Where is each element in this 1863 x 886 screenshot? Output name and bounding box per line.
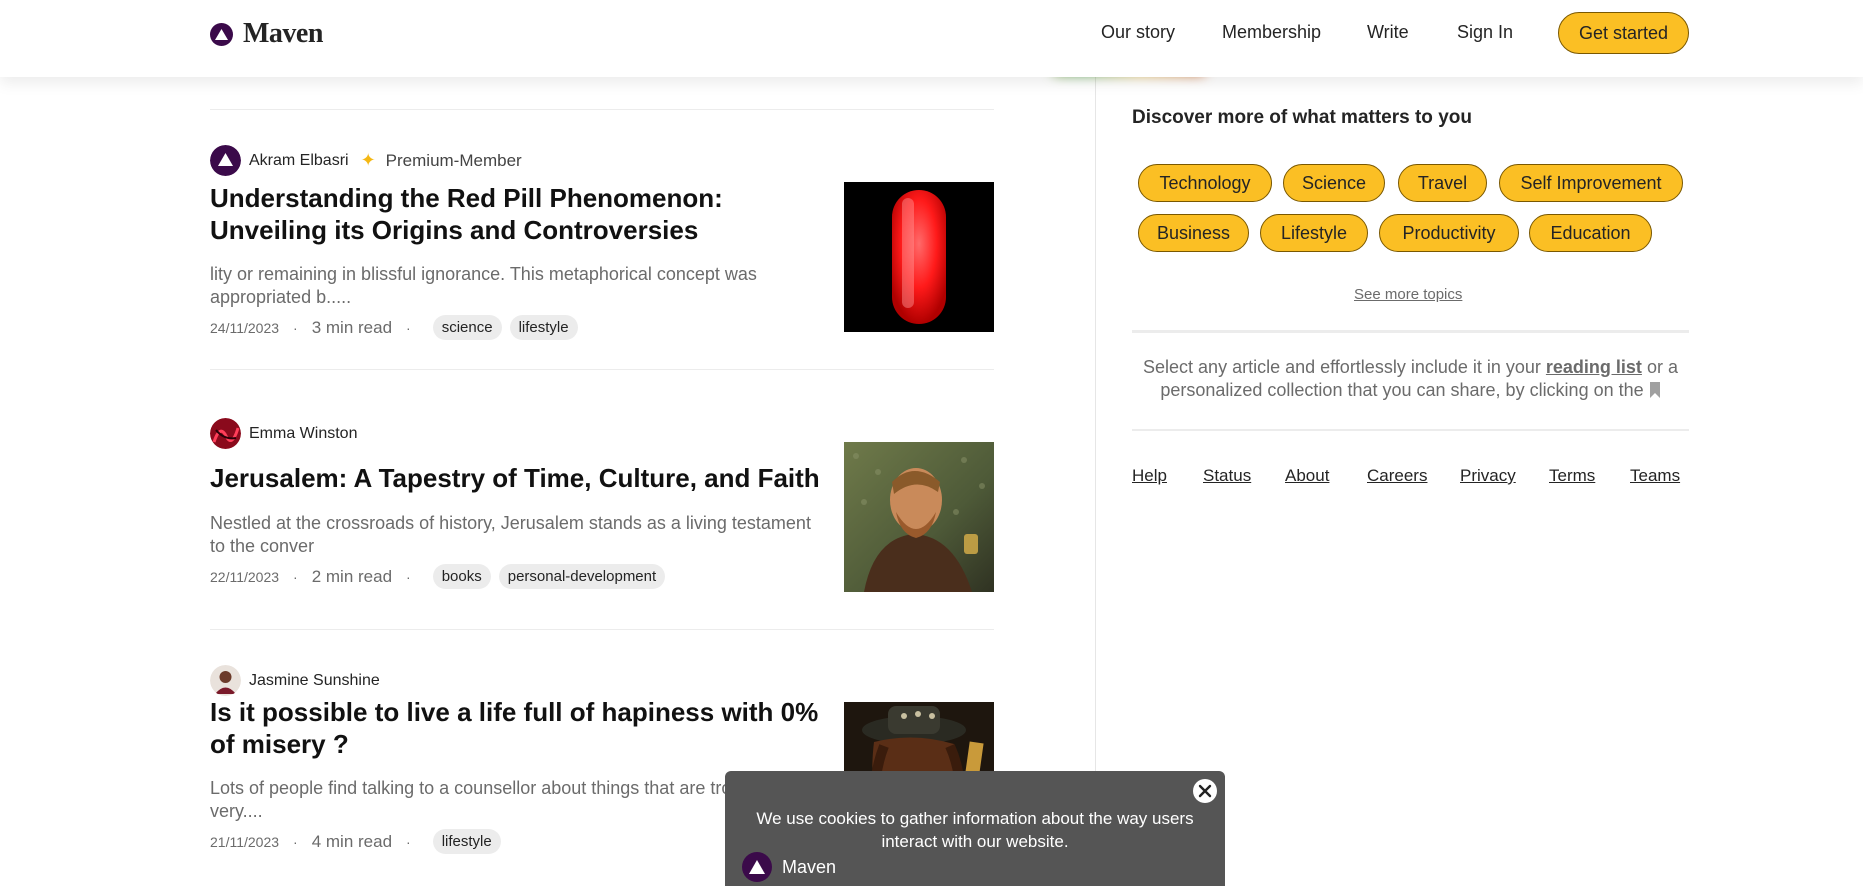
brand-name: Maven <box>243 18 323 49</box>
author-name: Emma Winston <box>249 424 358 442</box>
sidebar-separator <box>1132 429 1689 431</box>
post-divider <box>210 369 994 370</box>
cookie-brand-name: Maven <box>782 856 837 877</box>
post-date: 21/11/2023 <box>210 833 280 850</box>
read-time: 4 min read <box>311 831 393 851</box>
sidebar-divider <box>1095 77 1096 886</box>
premium-star-icon: ✦ <box>360 150 376 170</box>
post-tag[interactable]: science <box>432 315 502 340</box>
topic-travel[interactable]: Travel <box>1398 164 1487 202</box>
maven-logo-icon <box>742 852 772 882</box>
premium-badge: Premium-Member <box>385 150 522 170</box>
close-cookie-button[interactable] <box>1193 779 1217 803</box>
author-name: Jasmine Sunshine <box>249 671 380 689</box>
topic-productivity[interactable]: Productivity <box>1379 214 1519 252</box>
footer-help-link[interactable]: Help <box>1132 466 1167 486</box>
meta-separator: · <box>293 833 298 850</box>
nav-sign-in[interactable]: Sign In <box>1457 22 1513 43</box>
footer-teams-link[interactable]: Teams <box>1630 466 1680 486</box>
footer-terms-link[interactable]: Terms <box>1549 466 1595 486</box>
topic-self-improvement[interactable]: Self Improvement <box>1499 164 1683 202</box>
post-title[interactable]: Understanding the Red Pill Phenomenon: U… <box>210 182 830 246</box>
footer-about-link[interactable]: About <box>1285 466 1329 486</box>
meta-separator: · <box>293 568 298 585</box>
brand-logo[interactable]: Maven <box>210 18 323 50</box>
author-avatar <box>210 665 241 696</box>
cookie-banner: We use cookies to gather information abo… <box>725 771 1225 886</box>
meta-separator: · <box>293 319 298 336</box>
author-name: Akram Elbasri <box>249 151 349 169</box>
nav-membership[interactable]: Membership <box>1222 22 1321 43</box>
topic-lifestyle[interactable]: Lifestyle <box>1260 214 1368 252</box>
nav-our-story[interactable]: Our story <box>1101 22 1175 43</box>
footer-status-link[interactable]: Status <box>1203 466 1251 486</box>
bookmark-icon <box>1649 381 1661 404</box>
post-tag[interactable]: lifestyle <box>432 829 501 854</box>
post-author[interactable]: Jasmine Sunshine <box>210 665 380 696</box>
author-avatar <box>210 418 241 449</box>
read-time: 3 min read <box>311 317 393 337</box>
topic-technology[interactable]: Technology <box>1138 164 1272 202</box>
nav-write[interactable]: Write <box>1367 22 1409 43</box>
post-tag[interactable]: personal-development <box>498 564 666 589</box>
post-tag[interactable]: lifestyle <box>509 315 578 340</box>
post-excerpt[interactable]: lity or remaining in blissful ignorance.… <box>210 263 830 309</box>
reading-list-link[interactable]: reading list <box>1546 357 1642 377</box>
top-header: Maven Our story Membership Write Sign In… <box>0 0 1863 77</box>
note-text: Select any article and effortlessly incl… <box>1143 357 1541 377</box>
close-icon <box>1198 784 1212 798</box>
maven-logo-icon <box>210 22 233 46</box>
read-time: 2 min read <box>311 566 393 586</box>
post-title[interactable]: Jerusalem: A Tapestry of Time, Culture, … <box>210 462 830 494</box>
post-author[interactable]: Emma Winston <box>210 418 357 449</box>
cookie-brand: Maven <box>742 852 836 882</box>
sidebar-title: Discover more of what matters to you <box>1132 107 1472 128</box>
cookie-message: We use cookies to gather information abo… <box>756 809 1194 851</box>
post-divider <box>210 109 994 110</box>
meta-separator: · <box>406 568 411 585</box>
topic-science[interactable]: Science <box>1283 164 1385 202</box>
man-portrait-image[interactable] <box>844 442 994 592</box>
get-started-button[interactable]: Get started <box>1558 12 1689 54</box>
meta-separator: · <box>406 833 411 850</box>
footer-privacy-link[interactable]: Privacy <box>1460 466 1516 486</box>
reading-list-note: Select any article and effortlessly incl… <box>1132 356 1689 404</box>
post-title[interactable]: Is it possible to live a life full of ha… <box>210 696 830 760</box>
meta-separator: · <box>406 319 411 336</box>
post-meta: 24/11/2023 · 3 min read · science lifest… <box>210 315 578 340</box>
post-meta: 22/11/2023 · 2 min read · books personal… <box>210 564 666 589</box>
post-meta: 21/11/2023 · 4 min read · lifestyle <box>210 829 501 854</box>
red-pill-image[interactable] <box>844 182 994 332</box>
see-more-topics-link[interactable]: See more topics <box>1354 286 1462 303</box>
post-date: 22/11/2023 <box>210 568 280 585</box>
footer-careers-link[interactable]: Careers <box>1367 466 1427 486</box>
post-excerpt[interactable]: Nestled at the crossroads of history, Je… <box>210 512 830 558</box>
post-author[interactable]: Akram Elbasri ✦ Premium-Member <box>210 145 522 176</box>
post-date: 24/11/2023 <box>210 319 280 336</box>
post-tag[interactable]: books <box>432 564 491 589</box>
author-avatar <box>210 145 241 176</box>
post-card[interactable]: Akram Elbasri ✦ Premium-Member Understan… <box>210 145 994 345</box>
post-divider <box>210 629 994 630</box>
post-card[interactable]: Emma Winston Jerusalem: A Tapestry of Ti… <box>210 418 994 598</box>
sidebar-separator <box>1132 330 1689 333</box>
topic-business[interactable]: Business <box>1138 214 1249 252</box>
topic-education[interactable]: Education <box>1529 214 1652 252</box>
